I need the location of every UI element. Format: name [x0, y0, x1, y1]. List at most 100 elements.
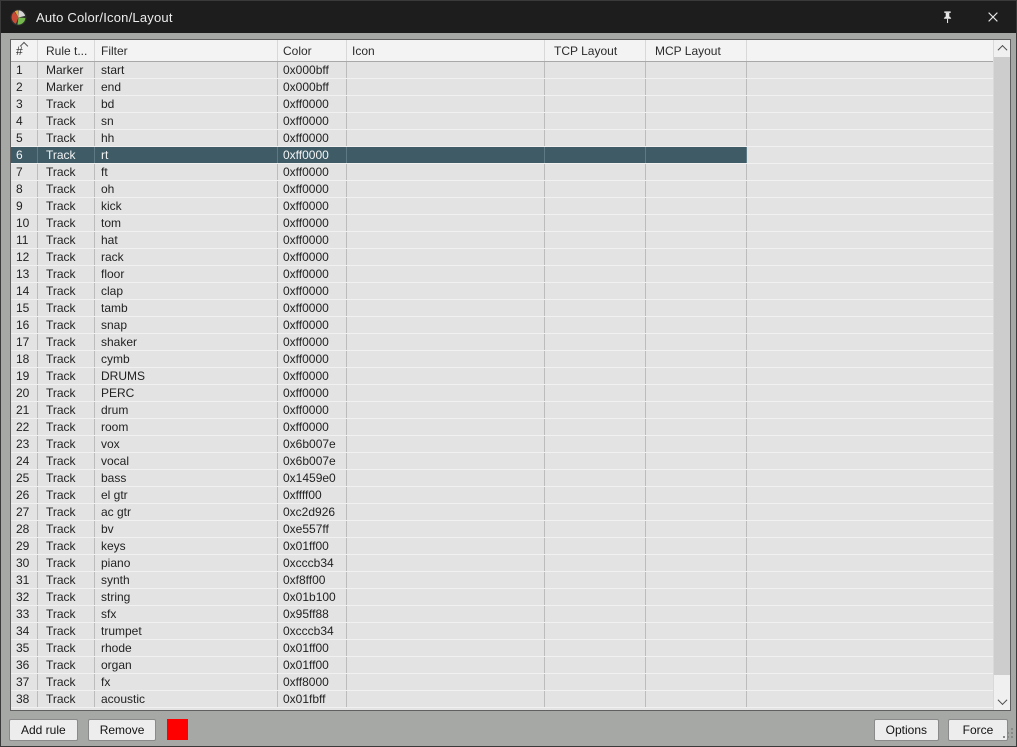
cell-num: 34: [11, 623, 38, 639]
table-row[interactable]: 28Trackbv0xe557ff: [11, 521, 993, 538]
table-row[interactable]: 27Trackac gtr0xc2d926: [11, 504, 993, 521]
table-row[interactable]: 12Trackrack0xff0000: [11, 249, 993, 266]
cell-num: 37: [11, 674, 38, 690]
vertical-scrollbar[interactable]: [993, 40, 1010, 710]
cell-mcp: [646, 640, 747, 656]
table-row[interactable]: 2Markerend0x000bff: [11, 79, 993, 96]
cell-type: Track: [38, 215, 95, 231]
table-row[interactable]: 26Trackel gtr0xffff00: [11, 487, 993, 504]
scrollbar-track[interactable]: [994, 675, 1010, 693]
column-header-rule-type[interactable]: Rule t...: [38, 40, 95, 61]
table-row[interactable]: 29Trackkeys0x01ff00: [11, 538, 993, 555]
table-row[interactable]: 34Tracktrumpet0xcccb34: [11, 623, 993, 640]
scrollbar-thumb[interactable]: [994, 57, 1010, 675]
cell-num: 7: [11, 164, 38, 180]
cell-color: 0xff0000: [278, 385, 347, 401]
table-row[interactable]: 15Tracktamb0xff0000: [11, 300, 993, 317]
table-row[interactable]: 7Trackft0xff0000: [11, 164, 993, 181]
cell-icon: [347, 487, 545, 503]
cell-type: Track: [38, 436, 95, 452]
cell-filler: [747, 62, 993, 78]
table-row[interactable]: 33Tracksfx0x95ff88: [11, 606, 993, 623]
table-row[interactable]: 6Trackrt0xff0000: [11, 147, 993, 164]
table-row[interactable]: 8Trackoh0xff0000: [11, 181, 993, 198]
cell-tcp: [545, 436, 646, 452]
cell-num: 18: [11, 351, 38, 367]
table-row[interactable]: 14Trackclap0xff0000: [11, 283, 993, 300]
cell-color: 0xff0000: [278, 419, 347, 435]
table-row[interactable]: 32Trackstring0x01b100: [11, 589, 993, 606]
force-button[interactable]: Force: [948, 719, 1008, 741]
cell-tcp: [545, 657, 646, 673]
cell-num: 25: [11, 470, 38, 486]
table-row[interactable]: 3Trackbd0xff0000: [11, 96, 993, 113]
cell-filter: snap: [95, 317, 278, 333]
column-header-tcp-layout[interactable]: TCP Layout: [545, 40, 646, 61]
options-button[interactable]: Options: [874, 719, 939, 741]
cell-num: 8: [11, 181, 38, 197]
cell-num: 30: [11, 555, 38, 571]
table-row[interactable]: 5Trackhh0xff0000: [11, 130, 993, 147]
cell-mcp: [646, 266, 747, 282]
cell-type: Track: [38, 147, 95, 163]
scrollbar-down-button[interactable]: [994, 693, 1010, 710]
table-row[interactable]: 22Trackroom0xff0000: [11, 419, 993, 436]
column-header-icon[interactable]: Icon: [347, 40, 545, 61]
window-title: Auto Color/Icon/Layout: [36, 10, 173, 25]
cell-color: 0x01ff00: [278, 538, 347, 554]
table-row[interactable]: 13Trackfloor0xff0000: [11, 266, 993, 283]
table-row[interactable]: 11Trackhat0xff0000: [11, 232, 993, 249]
table-row[interactable]: 31Tracksynth0xf8ff00: [11, 572, 993, 589]
table-row[interactable]: 20TrackPERC0xff0000: [11, 385, 993, 402]
table-row[interactable]: 37Trackfx0xff8000: [11, 674, 993, 691]
column-header-mcp-layout[interactable]: MCP Layout: [646, 40, 747, 61]
cell-filter: acoustic: [95, 691, 278, 707]
cell-mcp: [646, 657, 747, 673]
table-row[interactable]: 38Trackacoustic0x01fbff: [11, 691, 993, 708]
table-row[interactable]: 19TrackDRUMS0xff0000: [11, 368, 993, 385]
table-row[interactable]: 17Trackshaker0xff0000: [11, 334, 993, 351]
column-header-filter[interactable]: Filter: [95, 40, 278, 61]
rule-color-swatch[interactable]: [167, 719, 188, 740]
table-row[interactable]: 30Trackpiano0xcccb34: [11, 555, 993, 572]
rules-table: # Rule t... Filter Color Icon TCP Layout…: [10, 39, 1011, 711]
table-row[interactable]: 1Markerstart0x000bff: [11, 62, 993, 79]
remove-button[interactable]: Remove: [88, 719, 157, 741]
table-row[interactable]: 18Trackcymb0xff0000: [11, 351, 993, 368]
column-header-color[interactable]: Color: [278, 40, 347, 61]
column-header-number[interactable]: #: [11, 40, 38, 61]
cell-icon: [347, 521, 545, 537]
cell-color: 0xff0000: [278, 198, 347, 214]
table-row[interactable]: 16Tracksnap0xff0000: [11, 317, 993, 334]
cell-type: Track: [38, 283, 95, 299]
table-row[interactable]: 9Trackkick0xff0000: [11, 198, 993, 215]
table-row[interactable]: 4Tracksn0xff0000: [11, 113, 993, 130]
cell-filter: piano: [95, 555, 278, 571]
cell-filter: drum: [95, 402, 278, 418]
table-row[interactable]: 35Trackrhode0x01ff00: [11, 640, 993, 657]
table-row[interactable]: 10Tracktom0xff0000: [11, 215, 993, 232]
close-icon[interactable]: [970, 1, 1016, 33]
table-row[interactable]: 24Trackvocal0x6b007e: [11, 453, 993, 470]
cell-tcp: [545, 419, 646, 435]
cell-filler: [747, 453, 993, 469]
cell-mcp: [646, 674, 747, 690]
cell-icon: [347, 623, 545, 639]
add-rule-button[interactable]: Add rule: [9, 719, 78, 741]
cell-color: 0xff0000: [278, 249, 347, 265]
cell-icon: [347, 283, 545, 299]
resize-grip-icon[interactable]: [1001, 726, 1014, 744]
pin-icon[interactable]: [924, 1, 970, 33]
cell-filler: [747, 436, 993, 452]
cell-mcp: [646, 419, 747, 435]
cell-filler: [747, 521, 993, 537]
table-row[interactable]: 21Trackdrum0xff0000: [11, 402, 993, 419]
cell-color: 0x1459e0: [278, 470, 347, 486]
scrollbar-up-button[interactable]: [994, 40, 1010, 57]
table-row[interactable]: 23Trackvox0x6b007e: [11, 436, 993, 453]
table-row[interactable]: 36Trackorgan0x01ff00: [11, 657, 993, 674]
table-row[interactable]: 25Trackbass0x1459e0: [11, 470, 993, 487]
cell-filler: [747, 691, 993, 707]
cell-tcp: [545, 691, 646, 707]
cell-icon: [347, 198, 545, 214]
